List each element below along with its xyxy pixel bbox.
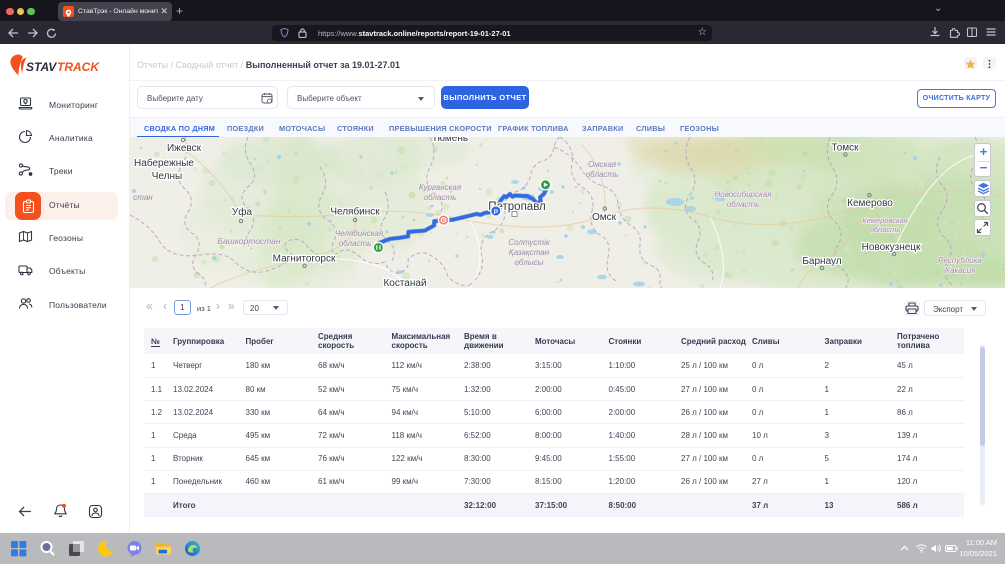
svg-text:Магнитогорск: Магнитогорск xyxy=(273,254,336,265)
svg-text:Хакасия: Хакасия xyxy=(944,266,976,275)
svg-text:область: область xyxy=(870,225,901,234)
svg-text:Челны: Челны xyxy=(152,171,182,182)
svg-text:Набережные: Набережные xyxy=(134,157,194,169)
svg-text:Омская: Омская xyxy=(588,160,617,169)
svg-text:Башкортостан: Башкортостан xyxy=(217,236,280,246)
svg-text:Новосибирская: Новосибирская xyxy=(714,190,772,199)
svg-text:Қазақстан: Қазақстан xyxy=(509,248,550,257)
svg-text:Челябинская: Челябинская xyxy=(335,229,384,238)
svg-text:Новокузнецк: Новокузнецк xyxy=(862,242,921,253)
svg-text:Кемерово: Кемерово xyxy=(847,198,893,209)
svg-text:Республика: Республика xyxy=(938,256,982,265)
svg-text:Омск: Омск xyxy=(592,212,617,223)
svg-text:TRACK: TRACK xyxy=(57,60,100,74)
svg-text:Кемеровская: Кемеровская xyxy=(862,216,907,225)
svg-text:область: область xyxy=(586,170,619,179)
svg-text:Солтустік: Солтустік xyxy=(508,238,550,247)
svg-text:Тюмень: Тюмень xyxy=(432,137,468,144)
svg-text:область: область xyxy=(339,239,372,248)
svg-text:Курганская: Курганская xyxy=(419,183,462,192)
svg-text:область: область xyxy=(424,193,457,202)
svg-text:Уфа: Уфа xyxy=(232,206,253,218)
svg-text:область: область xyxy=(727,200,760,209)
svg-text:Барнаул: Барнаул xyxy=(802,256,841,267)
svg-text:Томск: Томск xyxy=(831,143,859,154)
svg-text:STAV: STAV xyxy=(26,60,57,74)
svg-text:Ижевск: Ижевск xyxy=(167,143,202,154)
svg-text:Челябинск: Челябинск xyxy=(330,206,380,218)
svg-text:Костанай: Костанай xyxy=(383,278,426,288)
svg-text:стан: стан xyxy=(133,193,153,202)
svg-text:облысы: облысы xyxy=(514,258,543,267)
svg-text:P: P xyxy=(494,209,499,216)
